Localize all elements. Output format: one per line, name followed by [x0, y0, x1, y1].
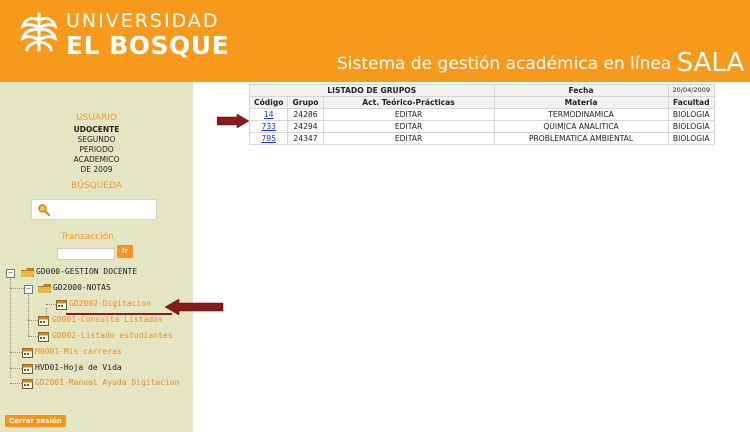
logout-button[interactable]: Cerrar sesión: [5, 415, 66, 427]
fecha-label: Fecha: [493, 84, 669, 97]
tree-item-m0001[interactable]: M0001-Mis carreras: [35, 347, 122, 356]
fecha-value: 20/04/2009: [667, 84, 716, 97]
tree-item-gd001[interactable]: GD001-Consulta Listados: [52, 315, 163, 324]
tree-item-gd2000[interactable]: GD2000-NOTAS: [53, 283, 111, 292]
tree-collapse-toggle[interactable]: −: [24, 285, 33, 294]
tree-item-hvd01[interactable]: HVD01-Hoja de Vida: [35, 363, 122, 372]
materia-cell: QUIMICA ANALITICA: [493, 120, 669, 133]
magnifier-icon: [38, 204, 50, 216]
codigo-link[interactable]: 14: [264, 110, 274, 119]
brand-line-2: EL BOSQUE: [66, 31, 230, 60]
tree-item-gd000[interactable]: GD000-GESTION DOCENTE: [36, 267, 137, 276]
codigo-link[interactable]: 795: [261, 134, 276, 143]
red-arrow-icon: [165, 298, 224, 316]
column-header: Materia: [493, 96, 669, 109]
tree-item-gd2001[interactable]: GD2001-Manual Ayuda Digitacion: [35, 378, 180, 387]
table-header-row: Código Grupo Act. Teórico-Prácticas Mate…: [248, 96, 716, 109]
codigo-link[interactable]: 733: [261, 122, 276, 131]
busqueda-label: BÚSQUEDA: [71, 181, 122, 191]
system-title-sala: SALA: [676, 48, 745, 78]
table-row: 733 24294 EDITAR QUIMICA ANALITICA BIOLO…: [248, 120, 716, 133]
column-header: Facultad: [667, 96, 716, 109]
period-line: SEGUNDO: [77, 135, 116, 144]
tree-connector: [28, 320, 38, 321]
calendar-document-icon: [38, 316, 49, 326]
column-header: Act. Teórico-Prácticas: [322, 96, 495, 109]
facultad-cell: BIOLOGIA: [667, 132, 716, 145]
tree-item-gd002[interactable]: GD002-Listado estudiantes: [52, 331, 172, 340]
facultad-cell: BIOLOGIA: [667, 120, 716, 133]
folder-icon: [21, 268, 35, 277]
materia-cell: TERMODINAMICA: [493, 108, 669, 121]
grupo-cell: 24347: [287, 132, 324, 145]
usuario-label: USUARIO: [75, 113, 118, 123]
tree-connector: [10, 276, 11, 378]
transaccion-input[interactable]: [57, 248, 115, 260]
tree-connector: [10, 288, 24, 289]
page-header: UNIVERSIDAD EL BOSQUE Sistema de gestión…: [0, 0, 750, 82]
system-title: Sistema de gestión académica en línea SA…: [337, 46, 745, 78]
column-header: Grupo: [287, 96, 324, 109]
tree-connector: [28, 336, 38, 337]
search-input[interactable]: [31, 199, 157, 220]
tree-connector: [28, 292, 29, 336]
period-line: PERIODO: [79, 145, 114, 154]
table-row: 795 24347 EDITAR PROBLEMATICA AMBIENTAL …: [248, 132, 716, 145]
editar-link[interactable]: EDITAR: [322, 120, 495, 133]
calendar-document-icon: [22, 379, 33, 389]
column-header: Código: [248, 96, 289, 109]
system-title-text: Sistema de gestión académica en línea: [337, 54, 672, 74]
ir-button[interactable]: Ir: [117, 245, 133, 258]
tree-connector: [46, 304, 56, 305]
grupo-cell: 24286: [287, 108, 324, 121]
period-line: ACADEMICO: [73, 155, 120, 164]
calendar-document-icon: [22, 364, 33, 374]
tree-connector: [10, 352, 22, 353]
folder-icon: [38, 284, 52, 293]
editar-link[interactable]: EDITAR: [322, 132, 495, 145]
user-name: UDOCENTE: [73, 125, 120, 134]
table-row: 14 24286 EDITAR TERMODINAMICA BIOLOGIA: [248, 108, 716, 121]
calendar-document-icon: [22, 348, 33, 358]
selected-underline: [66, 313, 172, 315]
calendar-document-icon: [38, 332, 49, 342]
editar-link[interactable]: EDITAR: [322, 108, 495, 121]
materia-cell: PROBLEMATICA AMBIENTAL: [493, 132, 669, 145]
tree-collapse-toggle[interactable]: −: [6, 269, 15, 278]
tree-connector: [10, 368, 22, 369]
period-line: DE 2009: [80, 165, 113, 174]
transaccion-label: Transacción: [61, 232, 114, 242]
university-logo-icon: [20, 12, 58, 52]
groups-table: LISTADO DE GRUPOS Fecha 20/04/2009 Códig…: [248, 84, 716, 145]
table-title-row: LISTADO DE GRUPOS Fecha 20/04/2009: [249, 84, 716, 97]
red-arrow-icon: [217, 114, 249, 128]
brand-line-1: UNIVERSIDAD: [66, 10, 220, 32]
facultad-cell: BIOLOGIA: [667, 108, 716, 121]
tree-connector: [10, 383, 22, 384]
table-title: LISTADO DE GRUPOS: [249, 84, 495, 97]
sidebar: USUARIO UDOCENTE SEGUNDO PERIODO ACADEMI…: [0, 82, 193, 432]
calendar-document-icon: [56, 300, 67, 310]
tree-item-gd2002[interactable]: GD2002-Digitacion: [69, 299, 151, 308]
grupo-cell: 24294: [287, 120, 324, 133]
